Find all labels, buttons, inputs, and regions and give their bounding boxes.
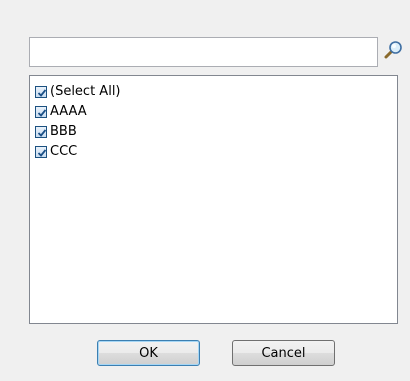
check-icon xyxy=(37,129,47,137)
list-item-label: BBB xyxy=(50,124,77,139)
check-icon xyxy=(37,89,47,97)
aaaa-checkbox[interactable] xyxy=(35,106,47,118)
select-all-checkbox[interactable] xyxy=(35,86,47,98)
cancel-button[interactable]: Cancel xyxy=(232,340,335,366)
list-item-label: AAAA xyxy=(50,104,87,119)
ccc-checkbox[interactable] xyxy=(35,146,47,158)
list-item-label: CCC xyxy=(50,144,78,159)
list-item-ccc[interactable]: CCC xyxy=(30,142,397,162)
filter-list[interactable]: (Select All) AAAA BBB CCC xyxy=(29,75,398,324)
list-item-bbb[interactable]: BBB xyxy=(30,122,397,142)
check-icon xyxy=(37,149,47,157)
search-input[interactable] xyxy=(29,37,378,67)
ok-button[interactable]: OK xyxy=(97,340,200,366)
check-icon xyxy=(37,109,47,117)
list-item-aaaa[interactable]: AAAA xyxy=(30,102,397,122)
bbb-checkbox[interactable] xyxy=(35,126,47,138)
list-item-select-all[interactable]: (Select All) xyxy=(30,82,397,102)
list-item-label: (Select All) xyxy=(50,84,121,99)
search-button[interactable] xyxy=(380,38,406,66)
magnifier-icon xyxy=(382,39,404,65)
